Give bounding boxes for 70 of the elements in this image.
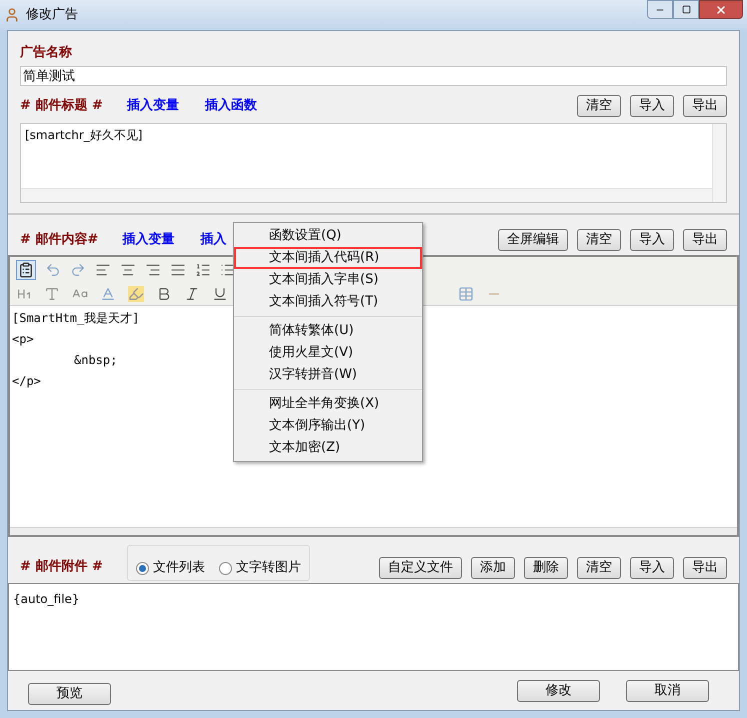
dialog-button[interactable]: 导出 <box>683 229 727 251</box>
dialog-button[interactable]: 导出 <box>683 95 727 117</box>
menu-item[interactable]: 函数设置(Q) <box>234 225 422 247</box>
dialog-button[interactable]: 导入 <box>630 557 674 579</box>
attachment-field[interactable]: {auto_file} <box>8 583 739 671</box>
italic-icon[interactable] <box>184 286 200 302</box>
code-line: <p> <box>12 331 34 348</box>
dialog-button[interactable]: 导入 <box>630 95 674 117</box>
dialog-button[interactable]: 修改 <box>517 680 600 702</box>
menu-item[interactable]: 文本加密(Z) <box>234 437 422 459</box>
close-button[interactable] <box>699 0 743 19</box>
code-line: &nbsp; <box>74 352 118 369</box>
insert-link[interactable]: 插入变量 <box>126 96 179 116</box>
vertical-scrollbar[interactable] <box>712 124 726 202</box>
dialog-button[interactable]: 预览 <box>28 682 111 704</box>
radio-label: 文件列表 <box>152 559 205 578</box>
insert-link[interactable]: 插入变量 <box>122 230 174 250</box>
highlight-icon[interactable] <box>128 286 144 302</box>
align-right-icon[interactable] <box>145 262 161 278</box>
ad-name-field[interactable]: 简单测试 <box>20 66 727 86</box>
horizontal-scrollbar[interactable] <box>21 188 712 202</box>
menu-item[interactable]: 文本倒序输出(Y) <box>234 415 422 437</box>
subject-text: [smartchr_好久不见] <box>24 127 144 144</box>
dialog-button[interactable]: 清空 <box>577 557 621 579</box>
menu-item[interactable]: 文本间插入字串(S) <box>234 269 422 291</box>
close-icon <box>715 4 727 16</box>
section-label: 广告名称 <box>20 45 72 60</box>
dialog-button[interactable]: 导入 <box>630 229 674 251</box>
numbered-list-icon[interactable] <box>195 262 211 278</box>
subject-field[interactable]: [smartchr_好久不见] <box>20 123 727 203</box>
redo-icon[interactable] <box>70 262 86 278</box>
menu-item[interactable]: 汉字转拼音(W) <box>234 364 422 386</box>
section-label: # 邮件标题 # <box>20 97 103 116</box>
dialog-button[interactable]: 导出 <box>683 557 727 579</box>
maximize-icon <box>682 5 690 14</box>
insert-link[interactable]: 插入函数 <box>204 96 257 116</box>
dialog-button[interactable]: 自定义文件 <box>379 557 462 579</box>
menu-item[interactable]: 文本间插入符号(T) <box>234 291 422 313</box>
radio-button[interactable] <box>136 562 149 574</box>
menu-item[interactable]: 网址全半角变换(X) <box>234 393 422 415</box>
dialog-button[interactable]: 清空 <box>577 229 621 251</box>
undo-icon[interactable] <box>45 262 61 278</box>
section-label: # 邮件内容# <box>20 230 98 250</box>
attachment-text: {auto_file} <box>13 592 80 606</box>
dialog-button[interactable]: 取消 <box>626 680 709 702</box>
menu-item[interactable]: 使用火星文(V) <box>234 342 422 364</box>
menu-item[interactable]: 简体转繁体(U) <box>234 320 422 342</box>
dialog-button[interactable]: 清空 <box>577 95 621 117</box>
radio-button[interactable] <box>218 562 232 574</box>
insert-link[interactable]: 插入 <box>200 230 226 250</box>
font-icon[interactable] <box>44 286 60 302</box>
window-title: 修改广告 <box>26 6 78 24</box>
section-label: # 邮件附件 # <box>20 559 103 574</box>
code-line: </p> <box>12 373 41 390</box>
align-left-icon[interactable] <box>95 262 111 278</box>
dialog-button[interactable]: 添加 <box>471 557 515 579</box>
justify-icon[interactable] <box>170 262 186 278</box>
source-icon[interactable] <box>16 260 36 280</box>
code-line: [SmartHtm_我是天才] <box>12 310 140 327</box>
dialog-button[interactable]: 删除 <box>524 557 568 579</box>
underline-icon[interactable] <box>212 286 228 302</box>
maximize-button[interactable] <box>673 0 699 19</box>
horizontal-scrollbar[interactable] <box>10 527 737 535</box>
dialog-button[interactable]: 全屏编辑 <box>498 229 568 251</box>
person-icon <box>4 7 20 23</box>
text-color-icon[interactable] <box>100 286 116 302</box>
align-center-icon[interactable] <box>120 262 136 278</box>
menu-item[interactable]: 文本间插入代码(R) <box>234 247 422 269</box>
table-icon[interactable] <box>458 286 474 302</box>
radio-label: 文字转图片 <box>236 559 301 578</box>
